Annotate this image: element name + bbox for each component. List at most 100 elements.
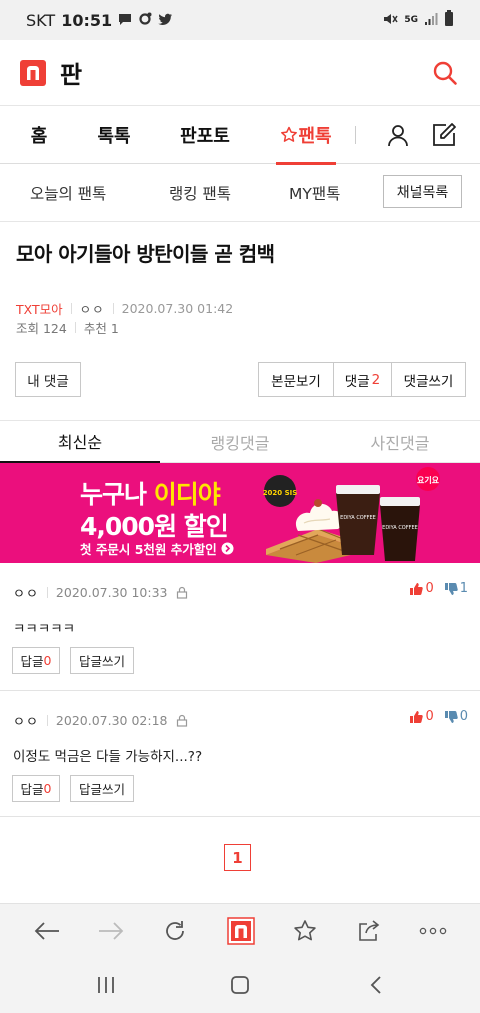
more-menu-button[interactable]	[418, 916, 448, 946]
subnav-ranking-fantalk[interactable]: 랭킹 팬톡	[169, 182, 231, 204]
comment-divider	[46, 587, 48, 598]
brand-title[interactable]: 판	[60, 55, 82, 90]
lock-icon	[176, 714, 187, 727]
comment-text: ㅋㅋㅋㅋㅋ	[13, 621, 76, 637]
share-button[interactable]	[354, 916, 384, 946]
message-icon	[118, 11, 132, 30]
view-post-button[interactable]: 본문보기	[259, 363, 333, 396]
thumbs-up-icon	[410, 710, 424, 723]
ad-headline-2: 4,000원 할인	[80, 512, 229, 541]
cup-label-1: EDIYA COFFEE	[340, 515, 376, 521]
comment-author: ㅇㅇ	[13, 715, 39, 730]
twitter-icon	[158, 11, 173, 30]
chevron-left-icon	[370, 976, 381, 994]
tab-photo-comments[interactable]: 사진댓글	[320, 421, 480, 463]
home-square-icon	[231, 976, 249, 994]
back-button[interactable]	[32, 916, 62, 946]
carrier-label: SKT	[26, 10, 56, 30]
reply-button[interactable]: 답글 0	[12, 647, 60, 674]
reply-count: 0	[43, 653, 52, 668]
write-comment-button[interactable]: 댓글쓰기	[391, 363, 465, 396]
post-title: 모아 아기들아 방탄이들 곧 컴백	[16, 242, 275, 266]
write-post-button[interactable]	[430, 121, 458, 149]
reply-button[interactable]: 답글 0	[12, 775, 60, 802]
ad-subline: 첫 주문시 5천원 추가할인	[80, 539, 234, 558]
my-comments-button[interactable]: 내 댓글	[15, 362, 81, 397]
system-navigation-bar	[0, 957, 480, 1013]
app-header: 판	[0, 40, 480, 106]
downvote-count: 0	[459, 709, 468, 724]
reply-button-label: 답글	[20, 782, 44, 797]
comments-count: 2	[371, 371, 381, 388]
comment-header: ㅇㅇ 2020.07.30 10:33	[13, 583, 188, 602]
upvote-button[interactable]: 0	[409, 709, 434, 724]
comments-button-label: 댓글	[344, 373, 370, 390]
upvote-count: 0	[425, 709, 434, 724]
comment-header: ㅇㅇ 2020.07.30 02:18	[13, 711, 188, 730]
tab-panphoto[interactable]: 판포토	[178, 106, 232, 164]
edit-icon	[433, 123, 456, 146]
nate-logo[interactable]	[20, 59, 46, 86]
home-nate-button[interactable]	[226, 916, 256, 946]
sub-nav: 오늘의 팬톡 랭킹 팬톡 MY팬톡 채널목록	[0, 164, 480, 222]
nate-n-icon	[227, 917, 255, 945]
ad-sticker: 요기요	[417, 475, 440, 485]
thumbs-up-icon	[410, 582, 424, 595]
comment-divider	[46, 715, 48, 726]
back-arrow-icon	[34, 922, 59, 940]
ad-badge: 2020 SIS	[263, 489, 298, 497]
channel-list-button[interactable]: 채널목록	[383, 175, 462, 208]
reply-button-label: 답글	[20, 654, 44, 669]
signal-icon	[424, 11, 438, 30]
ad-subline-text: 첫 주문시 5천원 추가할인	[80, 542, 217, 557]
ad-brand-highlight: 이디야	[153, 480, 221, 509]
post-author: ㅇㅇ	[79, 302, 105, 317]
my-page-button[interactable]	[384, 121, 412, 149]
ad-headline-1: 누구나 이디야	[80, 475, 221, 511]
comment-item: ㅇㅇ 2020.07.30 10:33 0 1 ㅋㅋㅋㅋㅋ 답글 0 답글쓰기	[0, 563, 480, 691]
post-category[interactable]: TXT모아	[16, 299, 63, 318]
bookmark-button[interactable]	[290, 916, 320, 946]
comment-item: ㅇㅇ 2020.07.30 02:18 0 0 이정도 먹금은 다들 가능하지.…	[0, 691, 480, 817]
mute-icon	[382, 11, 398, 30]
search-button[interactable]	[430, 58, 460, 88]
notification-dot-icon	[138, 11, 152, 30]
meta-divider	[112, 303, 114, 314]
write-reply-button[interactable]: 답글쓰기	[70, 775, 134, 802]
network-label: 5G	[404, 15, 418, 25]
system-back-button[interactable]	[364, 973, 388, 997]
status-bar: SKT 10:51 5G	[0, 0, 480, 40]
recent-apps-button[interactable]	[94, 973, 118, 997]
person-icon	[388, 125, 408, 147]
downvote-button[interactable]: 0	[444, 709, 468, 724]
forward-button[interactable]	[96, 916, 126, 946]
comment-tabs: 최신순 랭킹댓글 사진댓글	[0, 420, 480, 463]
system-home-button[interactable]	[228, 973, 252, 997]
downvote-count: 1	[459, 581, 468, 596]
subnav-today-fantalk[interactable]: 오늘의 팬톡	[30, 182, 106, 204]
ad-banner[interactable]: 누구나 이디야 4,000원 할인 첫 주문시 5천원 추가할인 EDIYA C…	[0, 463, 480, 563]
post-views: 조회 124	[16, 321, 67, 336]
forward-arrow-icon	[99, 922, 124, 940]
write-reply-button[interactable]: 답글쓰기	[70, 647, 134, 674]
star-icon	[294, 920, 316, 941]
refresh-button[interactable]	[160, 916, 190, 946]
tab-home[interactable]: 홈	[22, 106, 56, 164]
tab-latest-comments[interactable]: 최신순	[0, 421, 160, 463]
page-number-current[interactable]: 1	[224, 844, 251, 871]
ad-headline-1a: 누구나	[80, 480, 154, 509]
tab-fantalk[interactable]: 팬톡	[276, 106, 336, 165]
comments-button[interactable]: 댓글 2	[333, 363, 391, 396]
comment-votes: 0 1	[409, 581, 468, 596]
stats-divider	[74, 322, 76, 333]
status-left: SKT 10:51	[26, 11, 173, 30]
thumbs-down-icon	[444, 582, 458, 595]
post-meta: TXT모아 ㅇㅇ 2020.07.30 01:42	[16, 299, 233, 318]
tab-ranking-comments[interactable]: 랭킹댓글	[160, 421, 320, 463]
subnav-my-fantalk[interactable]: MY팬톡	[289, 182, 340, 204]
comment-action-group: 본문보기 댓글 2 댓글쓰기	[258, 362, 466, 397]
tab-toktok[interactable]: 톡톡	[94, 106, 134, 164]
upvote-button[interactable]: 0	[409, 581, 434, 596]
tab-home-label: 홈	[30, 125, 48, 147]
downvote-button[interactable]: 1	[444, 581, 468, 596]
